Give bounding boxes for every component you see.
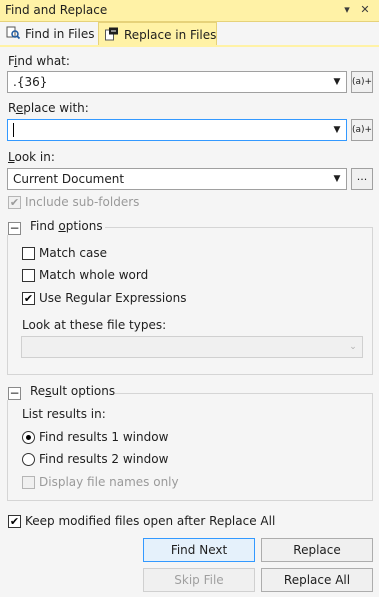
collapse-find-options-button[interactable]: − [8, 222, 21, 235]
match-case-label: Match case [39, 246, 108, 260]
use-regex-checkbox[interactable]: ✔ [22, 292, 35, 305]
match-whole-word-checkbox[interactable] [22, 269, 35, 282]
skip-file-button[interactable]: Skip File [143, 568, 255, 592]
find-what-combobox[interactable]: .{36} ▼ [7, 71, 347, 93]
tab-label: Find in Files [25, 27, 95, 41]
browse-button[interactable]: ... [351, 168, 373, 190]
file-types-label: Look at these file types: [22, 318, 167, 332]
keep-modified-checkbox[interactable]: ✔ [8, 515, 21, 528]
label-part: ult options [51, 384, 116, 398]
find-results-1-radio[interactable] [22, 431, 35, 444]
chevron-down-icon[interactable]: ▼ [328, 72, 346, 92]
label-part: place with: [23, 101, 89, 115]
use-regex-label: Use Regular Expressions [39, 291, 187, 305]
tab-underline [0, 45, 379, 47]
find-results-2-label: Find results 2 window [39, 452, 169, 466]
include-subfolders-label: Include sub-folders [25, 195, 140, 209]
include-subfolders-checkbox[interactable]: ✔ [8, 196, 21, 209]
look-in-label: Look in: [8, 150, 55, 164]
label-part: ptions [65, 219, 103, 233]
match-whole-word-label: Match whole word [39, 268, 149, 282]
collapse-result-options-button[interactable]: − [8, 387, 21, 400]
list-results-label: List results in: [22, 407, 106, 421]
close-icon[interactable]: ✕ [357, 2, 373, 18]
display-file-names-label: Display file names only [39, 475, 179, 489]
look-in-combobox[interactable]: Current Document ▼ [7, 168, 347, 190]
replace-button[interactable]: Replace [261, 538, 373, 562]
match-case-checkbox[interactable] [22, 247, 35, 260]
display-file-names-checkbox[interactable] [22, 476, 35, 489]
title-bar: Find and Replace ▾ ✕ [0, 0, 379, 22]
find-next-button[interactable]: Find Next [143, 538, 255, 562]
tab-strip: Find in Files Replace in Files [0, 22, 379, 46]
label-part: ook in: [14, 150, 55, 164]
find-results-2-radio[interactable] [22, 453, 35, 466]
label-part: Re [30, 384, 46, 398]
replace-with-combobox[interactable]: ▼ [7, 119, 347, 141]
find-options-header: Find options [30, 219, 103, 233]
tab-replace-in-files[interactable]: Replace in Files [98, 22, 217, 46]
text-caret [13, 123, 14, 137]
replace-with-label: Replace with: [8, 101, 89, 115]
label-accelerator: o [58, 219, 66, 233]
label-part: Find [30, 219, 59, 233]
radio-dot [26, 435, 31, 440]
tab-label: Replace in Files [124, 28, 217, 42]
look-in-value: Current Document [13, 172, 125, 186]
window-title: Find and Replace [5, 3, 108, 17]
chevron-down-icon[interactable]: ▼ [328, 120, 346, 140]
find-what-label: Find what: [8, 54, 70, 68]
label-part: nd what: [17, 54, 70, 68]
pin-dropdown-icon[interactable]: ▾ [339, 2, 355, 18]
label-part: R [8, 101, 16, 115]
chevron-down-icon[interactable]: ⌄ [344, 337, 362, 357]
file-types-combobox[interactable]: ⌄ [21, 336, 363, 358]
find-results-1-label: Find results 1 window [39, 430, 169, 444]
find-regex-builder-button[interactable]: (a)+ [351, 71, 373, 93]
keep-modified-label: Keep modified files open after Replace A… [25, 514, 276, 528]
result-options-header: Result options [30, 384, 115, 398]
chevron-down-icon[interactable]: ▼ [328, 169, 346, 189]
tab-find-in-files[interactable]: Find in Files [0, 22, 96, 46]
replace-all-button[interactable]: Replace All [261, 568, 373, 592]
find-in-files-icon [6, 26, 21, 40]
replace-in-files-icon [105, 27, 119, 41]
replace-regex-builder-button[interactable]: (a)+ [351, 119, 373, 141]
find-what-value: .{36} [13, 75, 48, 89]
